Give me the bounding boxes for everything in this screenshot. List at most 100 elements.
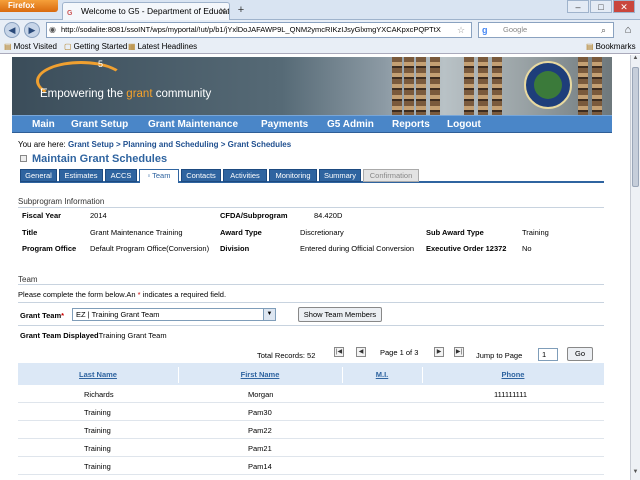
- rss-icon: ▦: [128, 42, 136, 51]
- program-office-label: Program Office: [22, 244, 77, 253]
- site-identity-icon[interactable]: ◉: [49, 23, 56, 37]
- breadcrumb-grant-setup[interactable]: Grant Setup: [68, 140, 114, 149]
- first-page-icon[interactable]: |◀: [334, 347, 344, 357]
- tagline: Empowering the grant community: [40, 88, 212, 100]
- jump-to-page-label: Jump to Page: [476, 351, 523, 360]
- go-button[interactable]: Go: [567, 347, 593, 361]
- award-type-label: Award Type: [220, 228, 262, 237]
- bookmark-getting-started[interactable]: ▢ Getting Started: [64, 40, 127, 54]
- fiscal-year-value: 2014: [90, 211, 107, 220]
- nav-logout[interactable]: Logout: [447, 116, 481, 133]
- forward-icon[interactable]: ▶: [24, 22, 40, 38]
- page-content: 5 Empowering the grant community Main Gr…: [0, 55, 630, 480]
- title-label: Title: [22, 228, 38, 237]
- browser-navigation-bar: ◀ ▶ ◉ http://sodalite:8081/ssoINT/wps/my…: [0, 20, 640, 40]
- g5-banner: 5 Empowering the grant community: [12, 57, 612, 115]
- divider: [18, 207, 604, 208]
- bookmark-star-icon[interactable]: ☆: [457, 23, 465, 37]
- breadcrumb-planning-scheduling[interactable]: Planning and Scheduling: [123, 140, 219, 149]
- tab-general[interactable]: General: [20, 169, 57, 182]
- google-icon[interactable]: g: [482, 23, 488, 37]
- fiscal-year-label: Fiscal Year: [22, 211, 62, 220]
- bookmarks-bar: ▤ Most Visited ▢ Getting Started ▦ Latest H…: [0, 40, 640, 54]
- form-instructions: Please complete the form below.An * indi…: [18, 290, 227, 299]
- maximize-icon[interactable]: □: [590, 0, 612, 13]
- nav-reports[interactable]: Reports: [392, 116, 430, 133]
- award-type-value: Discretionary: [300, 228, 344, 237]
- scroll-thumb[interactable]: [632, 67, 639, 187]
- bookmarks-menu[interactable]: ▤ Bookmarks: [586, 40, 636, 54]
- page-icon: ▢: [64, 42, 72, 51]
- minimize-icon[interactable]: –: [567, 0, 589, 13]
- main-navigation: Main Grant Setup Grant Maintenance Payme…: [12, 115, 612, 133]
- cfda-label: CFDA/Subprogram: [220, 211, 288, 220]
- title-value: Grant Maintenance Training: [90, 228, 183, 237]
- jump-to-page-input[interactable]: 1: [538, 348, 558, 361]
- url-input[interactable]: ◉ http://sodalite:8081/ssoINT/wps/myport…: [46, 22, 472, 38]
- chevron-down-icon[interactable]: ▼: [263, 309, 275, 320]
- search-input[interactable]: g Google ⌕: [478, 22, 614, 38]
- column-mi[interactable]: M.I.: [342, 370, 422, 379]
- nav-main[interactable]: Main: [32, 116, 55, 133]
- search-icon[interactable]: ⌕: [601, 23, 606, 37]
- firefox-menu-button[interactable]: Firefox: [0, 0, 58, 12]
- team-heading: Team: [18, 275, 38, 284]
- url-text: http://sodalite:8081/ssoINT/wps/myportal…: [61, 25, 441, 34]
- previous-page-icon[interactable]: ◀: [356, 347, 366, 357]
- g5-favicon-icon: G: [67, 10, 73, 17]
- table-row[interactable]: Training Pam14: [18, 457, 604, 475]
- scroll-down-icon[interactable]: ▼: [631, 469, 640, 478]
- executive-order-label: Executive Order 12372: [426, 244, 507, 253]
- tab-team[interactable]: ▫ Team: [139, 169, 179, 183]
- table-row[interactable]: Richards Morgan 111111111: [18, 385, 604, 403]
- sub-award-type-label: Sub Award Type: [426, 228, 484, 237]
- column-first-name[interactable]: First Name: [178, 370, 342, 379]
- page-title-icon: [20, 155, 27, 162]
- table-row[interactable]: Training Pam22: [18, 421, 604, 439]
- page-info: Page 1 of 3: [380, 348, 419, 357]
- grant-team-label: Grant Team*: [20, 311, 65, 320]
- breadcrumb-grant-schedules[interactable]: Grant Schedules: [228, 140, 292, 149]
- column-phone[interactable]: Phone: [422, 370, 604, 379]
- program-office-value: Default Program Office(Conversion): [90, 244, 210, 253]
- scroll-up-icon[interactable]: ▲: [631, 55, 640, 64]
- bookmark-latest-headlines[interactable]: ▦ Latest Headlines: [128, 40, 197, 54]
- bookmark-most-visited[interactable]: ▤ Most Visited: [4, 40, 57, 54]
- show-team-members-button[interactable]: Show Team Members: [298, 307, 382, 322]
- subprogram-heading: Subprogram Information: [18, 197, 105, 206]
- window-controls: – □ ✕: [566, 0, 640, 14]
- last-page-icon[interactable]: ▶|: [454, 347, 464, 357]
- bookmarks-icon: ▤: [586, 42, 594, 51]
- tab-accs[interactable]: ACCS: [105, 169, 137, 182]
- table-row[interactable]: Training Pam30: [18, 403, 604, 421]
- folder-icon: ▤: [4, 42, 12, 51]
- tab-contacts[interactable]: Contacts: [181, 169, 221, 182]
- grant-team-select[interactable]: EZ | Training Grant Team ▼: [72, 308, 276, 321]
- department-seal-icon: [524, 61, 572, 109]
- new-tab-button[interactable]: +: [234, 4, 248, 17]
- back-icon[interactable]: ◀: [4, 22, 20, 38]
- total-records: Total Records: 52: [257, 351, 316, 360]
- page-scrollbar[interactable]: ▲ ▼: [630, 55, 640, 480]
- nav-grant-setup[interactable]: Grant Setup: [71, 116, 128, 133]
- tab-summary[interactable]: Summary: [319, 169, 361, 182]
- home-icon[interactable]: ⌂: [620, 22, 636, 38]
- divider: [18, 325, 604, 326]
- tab-monitoring[interactable]: Monitoring: [269, 169, 317, 182]
- divider: [18, 302, 604, 303]
- tab-confirmation: Confirmation: [363, 169, 419, 182]
- seal-tree-icon: [534, 71, 562, 99]
- table-row[interactable]: Training Pam21: [18, 439, 604, 457]
- schedule-tabs: General Estimates ACCS ▫ Team Contacts A…: [20, 169, 604, 183]
- next-page-icon[interactable]: ▶: [434, 347, 444, 357]
- close-tab-icon[interactable]: ✕: [219, 3, 227, 19]
- column-last-name[interactable]: Last Name: [18, 370, 178, 379]
- tab-activities[interactable]: Activities: [223, 169, 267, 182]
- browser-tab[interactable]: G Welcome to G5 - Department of Educati.…: [62, 2, 230, 20]
- nav-grant-maintenance[interactable]: Grant Maintenance: [148, 116, 238, 133]
- nav-payments[interactable]: Payments: [261, 116, 308, 133]
- grant-team-displayed: Grant Team DisplayedTraining Grant Team: [20, 331, 167, 340]
- tab-estimates[interactable]: Estimates: [59, 169, 103, 182]
- nav-g5-admin[interactable]: G5 Admin: [327, 116, 374, 133]
- close-window-icon[interactable]: ✕: [613, 0, 635, 13]
